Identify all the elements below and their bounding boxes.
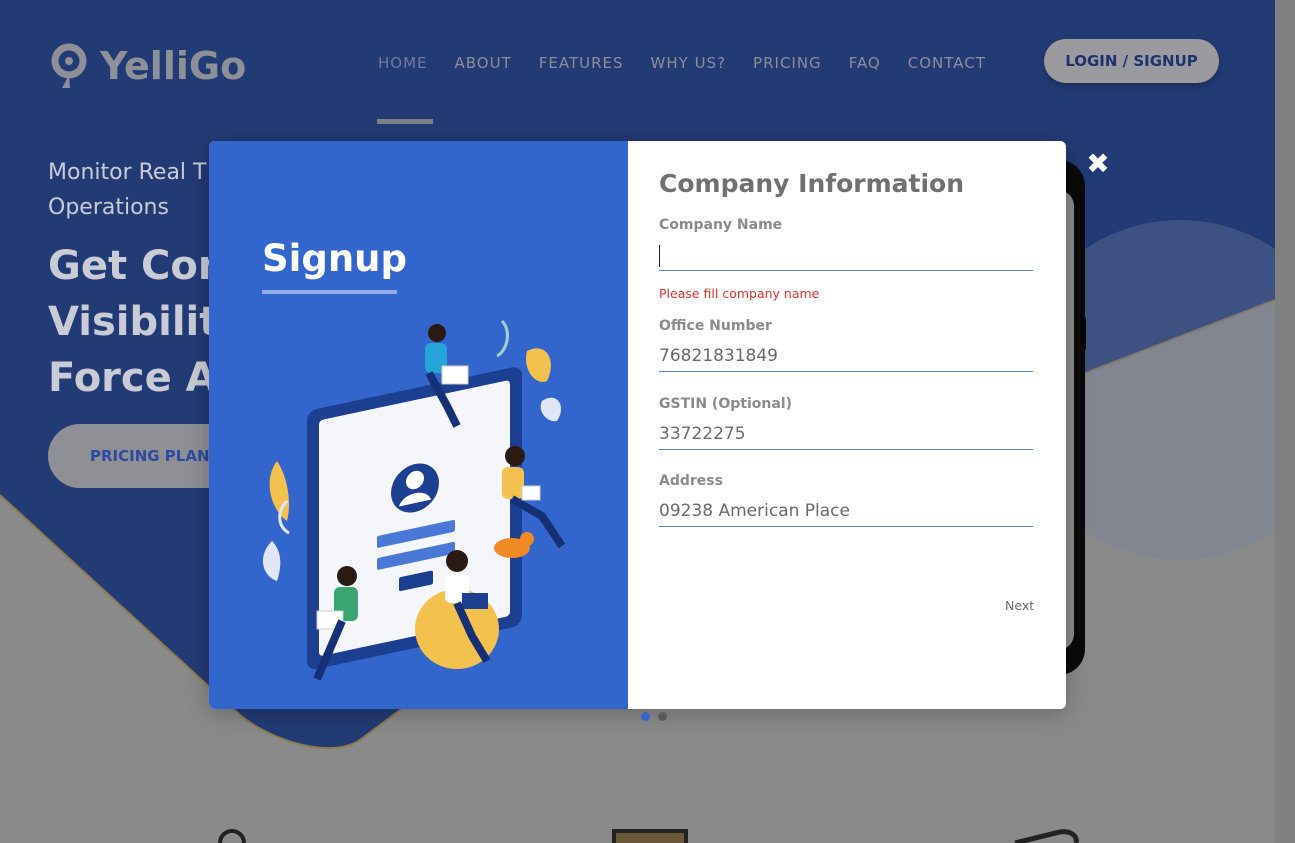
- nav-item-about[interactable]: ABOUT: [455, 54, 512, 72]
- company-name-error: Please fill company name: [659, 286, 820, 301]
- address-label: Address: [659, 473, 723, 489]
- feature-icon-1: [218, 829, 246, 843]
- brand-logo[interactable]: YelliGo: [48, 42, 246, 90]
- office-number-input[interactable]: [659, 341, 1033, 372]
- text-caret: [659, 245, 660, 267]
- signup-modal: Signup Company Information Company Name …: [209, 141, 1066, 709]
- feature-icon-3: [1014, 829, 1079, 843]
- phone-side-button: [1081, 318, 1086, 350]
- slide-dot-2[interactable]: [658, 712, 667, 721]
- modal-illustration-panel: Signup: [209, 141, 628, 709]
- signup-title-underline: [262, 290, 397, 294]
- login-signup-button[interactable]: LOGIN / SIGNUP: [1044, 39, 1219, 83]
- page: YelliGo HOME ABOUT FEATURES WHY US? PRIC…: [0, 0, 1295, 843]
- nav-item-why-us[interactable]: WHY US?: [651, 54, 727, 72]
- company-info-form: Company Information Company Name Please …: [628, 141, 1066, 709]
- gstin-input[interactable]: [659, 419, 1033, 450]
- slide-dot-1[interactable]: [641, 712, 650, 721]
- nav-item-pricing[interactable]: PRICING: [753, 54, 822, 72]
- nav-active-indicator: [377, 119, 433, 124]
- close-icon[interactable]: ✖: [1085, 150, 1111, 178]
- company-name-input[interactable]: [659, 240, 1033, 271]
- office-number-label: Office Number: [659, 318, 772, 334]
- main-nav: HOME ABOUT FEATURES WHY US? PRICING FAQ …: [378, 54, 1013, 72]
- slide-indicator: [641, 712, 667, 721]
- gstin-label: GSTIN (Optional): [659, 396, 792, 412]
- nav-item-features[interactable]: FEATURES: [539, 54, 624, 72]
- page-scrollbar[interactable]: [1275, 0, 1295, 843]
- location-pin-icon: [51, 43, 87, 88]
- address-input[interactable]: [659, 496, 1033, 527]
- company-name-label: Company Name: [659, 217, 783, 233]
- form-title: Company Information: [659, 169, 965, 198]
- next-button[interactable]: Next: [1005, 598, 1034, 613]
- signup-title: Signup: [262, 237, 407, 280]
- brand-name: YelliGo: [100, 44, 247, 88]
- nav-item-contact[interactable]: CONTACT: [908, 54, 986, 72]
- nav-item-faq[interactable]: FAQ: [849, 54, 881, 72]
- nav-item-home[interactable]: HOME: [378, 54, 428, 72]
- signup-illustration: [262, 319, 566, 681]
- feature-icon-2: [612, 829, 688, 843]
